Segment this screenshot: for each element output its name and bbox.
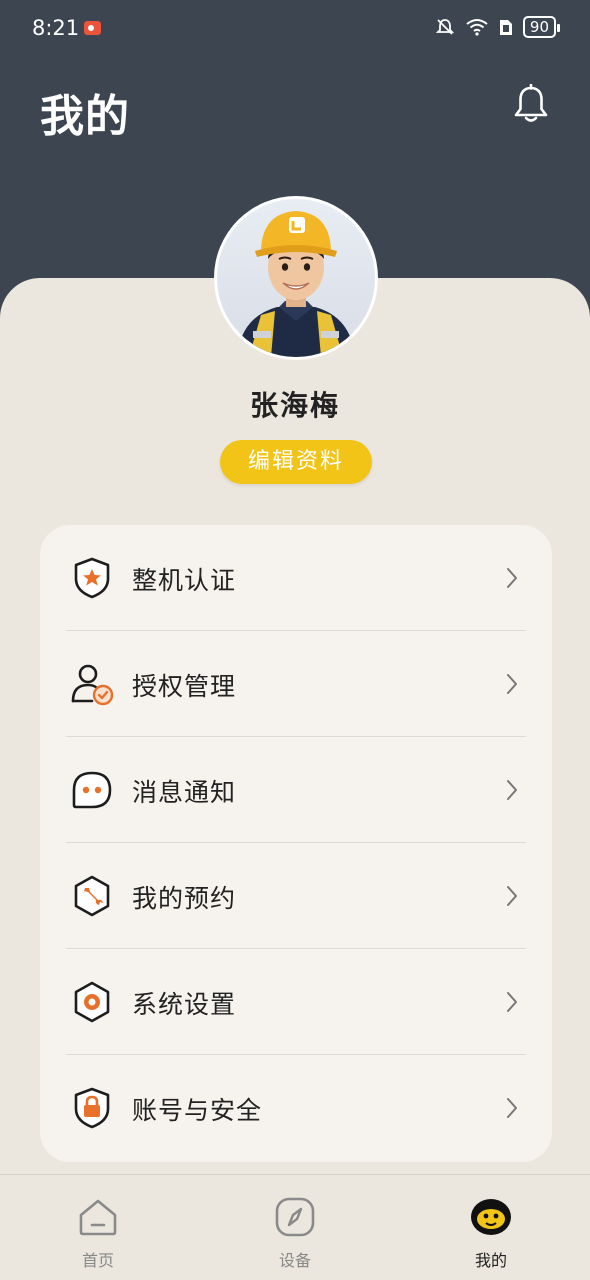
chevron-right-icon xyxy=(507,992,517,1012)
account-lock-icon xyxy=(74,1087,110,1129)
settings-gear-icon xyxy=(74,981,110,1023)
status-bar: 8:21 90 xyxy=(0,0,590,58)
nav-label: 设备 xyxy=(278,1251,311,1270)
menu-item-label: 系统设置 xyxy=(132,990,237,1019)
message-bubble-icon xyxy=(72,771,112,809)
menu-item-notifications[interactable]: 消息通知 xyxy=(40,737,552,843)
nav-item-devices[interactable]: 设备 xyxy=(235,1175,355,1280)
profile-face-icon xyxy=(471,1199,511,1235)
appointment-wrench-icon xyxy=(74,875,110,917)
user-name: 张海梅 xyxy=(249,389,340,422)
nav-item-profile[interactable]: 我的 xyxy=(431,1175,551,1280)
menu-card: 整机认证 授权管理 消息通知 我的预约 系统设置 账号与安全 xyxy=(40,525,552,1162)
wifi-icon xyxy=(466,19,488,36)
sim-icon xyxy=(499,20,512,35)
menu-item-label: 整机认证 xyxy=(132,566,237,595)
bottom-nav: 首页 设备 我的 xyxy=(0,1174,590,1280)
nav-item-home[interactable]: 首页 xyxy=(38,1175,158,1280)
status-time: 8:21 xyxy=(32,16,80,40)
menu-item-label: 消息通知 xyxy=(132,778,237,807)
menu-item-account-security[interactable]: 账号与安全 xyxy=(40,1055,552,1161)
chevron-right-icon xyxy=(507,780,517,800)
menu-item-label: 授权管理 xyxy=(132,672,237,701)
menu-item-system-settings[interactable]: 系统设置 xyxy=(40,949,552,1055)
bell-icon[interactable] xyxy=(512,84,550,126)
avatar[interactable] xyxy=(214,196,378,360)
menu-item-authorization[interactable]: 授权管理 xyxy=(40,631,552,737)
nav-label: 我的 xyxy=(474,1251,507,1270)
status-icons: 90 xyxy=(435,16,561,38)
page-title: 我的 xyxy=(40,91,130,142)
construction-worker-avatar-icon xyxy=(237,211,355,357)
avatar-image xyxy=(217,199,375,357)
chevron-right-icon xyxy=(507,674,517,694)
compass-icon xyxy=(275,1197,315,1237)
menu-item-label: 我的预约 xyxy=(132,884,237,913)
authorization-user-icon xyxy=(71,664,114,706)
chevron-right-icon xyxy=(507,886,517,906)
chevron-right-icon xyxy=(507,568,517,588)
battery-indicator: 90 xyxy=(522,16,561,38)
nav-label: 首页 xyxy=(81,1251,114,1270)
menu-item-appointments[interactable]: 我的预约 xyxy=(40,843,552,949)
menu-item-label: 账号与安全 xyxy=(132,1096,263,1125)
mute-icon xyxy=(435,19,455,35)
screen-record-icon xyxy=(84,21,101,35)
home-icon xyxy=(79,1199,117,1236)
edit-profile-button[interactable]: 编辑资料 xyxy=(220,440,372,484)
chevron-right-icon xyxy=(507,1098,517,1118)
certification-shield-icon xyxy=(74,557,110,599)
menu-item-certification[interactable]: 整机认证 xyxy=(40,525,552,631)
